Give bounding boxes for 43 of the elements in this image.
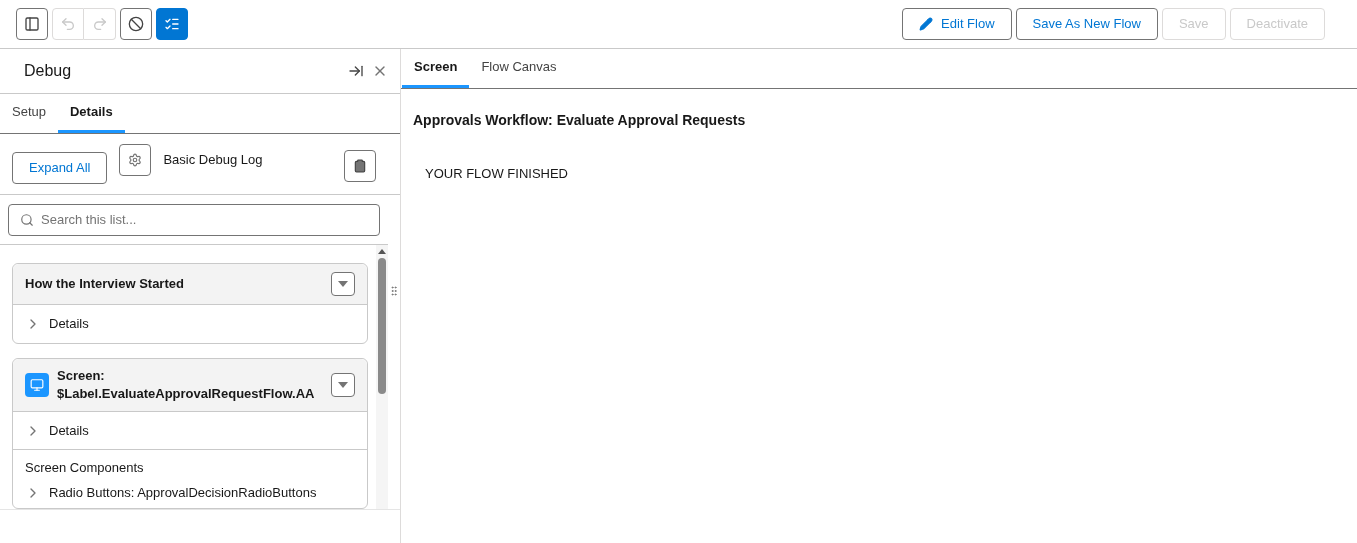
main-tab[interactable]: Screen [402, 49, 470, 88]
caret-icon [338, 382, 348, 388]
expander-row[interactable]: Details [13, 305, 367, 343]
collapse-icon[interactable] [348, 63, 364, 79]
toolbar-button[interactable] [16, 8, 48, 40]
toolbar-button[interactable] [156, 8, 188, 40]
dropdown-button[interactable] [331, 373, 355, 397]
scroll-thumb[interactable] [378, 258, 386, 394]
dropdown-button[interactable] [331, 272, 355, 296]
search-icon [20, 212, 34, 227]
card-title: $Label.EvaluateApprovalRequestFlow.AA [57, 385, 316, 403]
scroll-up-icon[interactable] [378, 249, 386, 254]
gear-icon [128, 153, 143, 167]
caret-icon [338, 281, 348, 287]
panel-icon [24, 16, 40, 32]
log-level-label: Basic Debug Log [163, 151, 264, 170]
list-check-icon [164, 16, 180, 32]
resize-handle-icon[interactable] [388, 285, 400, 297]
scrollbar[interactable] [376, 245, 388, 509]
search-field[interactable]: Search this list... [8, 203, 380, 236]
expander-row[interactable]: Radio Buttons: ApprovalDecisionRadioButtons [13, 477, 367, 508]
clipboard-icon [353, 159, 367, 173]
action-button[interactable]: Save As New Flow [1015, 8, 1158, 40]
finish-message: YOUR FLOW FINISHED [425, 165, 569, 183]
screen-heading: Approvals Workflow: Evaluate Approval Requests [413, 111, 747, 130]
copy-button[interactable] [344, 150, 376, 182]
panel-title: Debug [24, 61, 72, 81]
panel-tab[interactable]: Details [58, 94, 125, 133]
settings-button[interactable] [119, 144, 152, 176]
screen-icon [25, 373, 49, 397]
expand-all-button[interactable]: Expand All [12, 152, 108, 184]
redo-icon [91, 16, 108, 32]
card-title: How the Interview Started [25, 275, 185, 293]
panel-tab[interactable]: Setup [0, 94, 58, 133]
main-tab[interactable]: Flow Canvas [469, 49, 569, 88]
card-title: Screen: [57, 367, 106, 385]
pencil-icon [919, 17, 934, 31]
undo-icon [60, 16, 76, 32]
section-heading: Screen Components [24, 459, 145, 477]
expander-row[interactable]: Details [13, 412, 367, 450]
toolbar-button[interactable] [120, 8, 152, 40]
action-button[interactable]: Edit Flow [902, 8, 1012, 40]
block-icon [128, 16, 144, 32]
